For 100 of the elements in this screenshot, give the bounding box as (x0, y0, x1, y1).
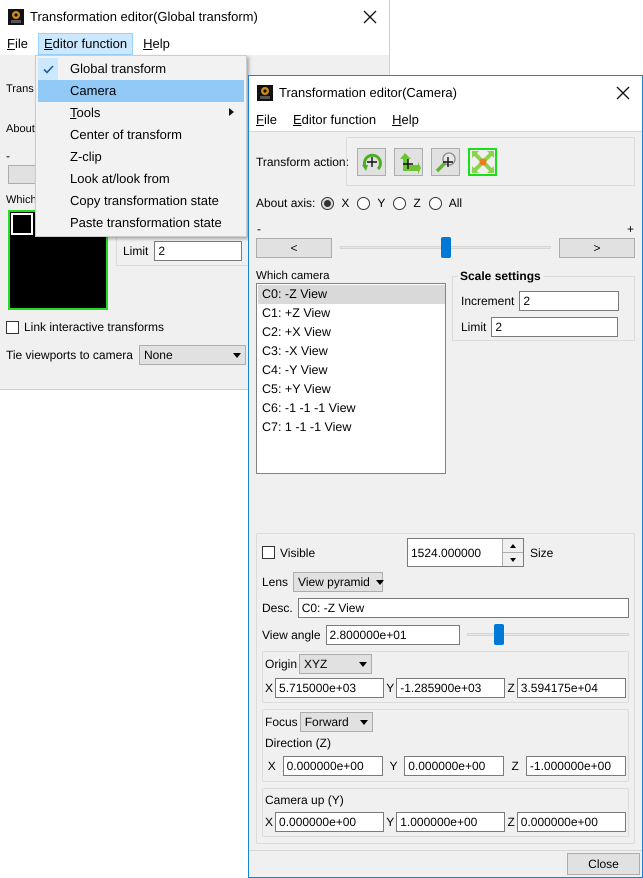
desc-label: Desc. (262, 600, 293, 617)
about-axis-label: About (6, 122, 35, 137)
limit-label: Limit (461, 319, 486, 336)
axis-label: Y (388, 758, 398, 775)
close-icon[interactable] (363, 10, 377, 24)
window-title: Transformation editor(Camera) (279, 84, 458, 102)
menu-bar-item[interactable]: File (250, 109, 283, 131)
menu-item[interactable]: Camera (38, 80, 244, 102)
radio-label[interactable]: X (341, 194, 350, 212)
view-angle-label: View angle (262, 626, 320, 644)
minus-label: - (257, 221, 261, 236)
menu-item[interactable]: Global transform (38, 58, 244, 80)
camera-list-item[interactable]: C1: +Z View (258, 304, 445, 323)
axis-label: X (266, 758, 277, 775)
radio-button[interactable] (428, 196, 442, 210)
radio-button[interactable] (321, 196, 334, 210)
coordinate-field[interactable]: 0.000000e+00 (275, 812, 384, 832)
window-title: Transformation editor(Global transform) (30, 8, 259, 26)
text-field[interactable]: 2.800000e+01 (326, 624, 460, 644)
radio-button[interactable] (357, 196, 370, 210)
slider-track[interactable] (466, 624, 629, 645)
camera-list-item[interactable]: C0: -Z View (258, 285, 445, 304)
menu-bar-item[interactable]: File (1, 33, 34, 55)
dropdown[interactable]: XYZ (299, 654, 372, 674)
checkbox[interactable]: Link interactive transforms (6, 318, 164, 336)
focus-label: Focus (265, 714, 298, 731)
tool-button[interactable] (431, 148, 460, 176)
menu-item[interactable]: Center of transform (38, 124, 244, 146)
text-field[interactable]: 2 (519, 291, 620, 311)
slider-thumb[interactable] (440, 237, 450, 258)
menu-bar-item[interactable]: Editor function (286, 109, 382, 131)
camera-thumbnail (11, 213, 33, 235)
dropdown[interactable]: Forward (300, 712, 373, 732)
dropdown[interactable]: None (138, 345, 246, 365)
app-logo-icon (257, 84, 273, 100)
origin-label: Origin (265, 656, 298, 673)
increment-label: Increment (461, 293, 514, 310)
submenu-arrow-icon (229, 108, 234, 116)
tie-viewports-label: Tie viewports to camera (6, 347, 133, 364)
checkmark-icon (42, 64, 54, 74)
plus-label: + (626, 221, 634, 236)
scale-arrows-icon (470, 150, 494, 174)
camera-list-item[interactable]: C3: -X View (258, 342, 445, 361)
camera-list-item[interactable]: C6: -1 -1 -1 View (258, 399, 445, 418)
app-logo-icon (8, 8, 24, 24)
tool-button[interactable] (394, 148, 423, 176)
lens-label: Lens (262, 574, 288, 591)
about-axis-label: About axis: (256, 195, 316, 212)
radio-label[interactable]: All (448, 194, 462, 212)
camera-list-item[interactable]: C5: +Y View (258, 380, 445, 399)
camera-list-item[interactable]: C7: 1 -1 -1 View (258, 418, 445, 437)
menu-item[interactable]: Tools (38, 102, 244, 124)
axis-label: Y (386, 814, 394, 831)
close-button[interactable]: Close (567, 853, 640, 875)
menu-item[interactable]: Look at/look from (38, 168, 244, 190)
step-left-button[interactable]: < (256, 238, 332, 258)
menu-item[interactable]: Copy transformation state (38, 190, 244, 212)
camera-list-item[interactable]: C2: +X View (258, 323, 445, 342)
radio-label[interactable]: Y (377, 194, 386, 212)
size-label: Size (530, 544, 554, 562)
axis-label: Z (510, 758, 520, 775)
slider-minus-label: - (6, 148, 10, 163)
checkbox[interactable]: Visible (262, 544, 316, 562)
coordinate-field[interactable]: 1.000000e+00 (396, 812, 506, 832)
dropdown[interactable]: View pyramid (293, 572, 384, 592)
menu-bar-item[interactable]: Help (386, 109, 425, 131)
menu-item[interactable]: Paste transformation state (38, 212, 244, 234)
magnifier-plus-icon (434, 150, 458, 174)
axis-label: X (265, 680, 274, 697)
transform-action-label: Transform action: (256, 154, 346, 170)
direction-label: Direction (Z) (265, 735, 332, 752)
coordinate-field[interactable]: 0.000000e+00 (404, 756, 504, 776)
text-field[interactable]: 2 (491, 317, 618, 337)
group-title: Scale settings (458, 269, 543, 283)
menu-item[interactable]: Z-clip (38, 146, 244, 168)
slider-track[interactable] (340, 237, 551, 258)
coordinate-field[interactable]: 0.000000e+00 (282, 756, 383, 776)
axis-label: Z (507, 814, 515, 831)
slider-thumb[interactable] (494, 624, 504, 645)
axis-label: Y (386, 680, 394, 697)
menu-bar-item[interactable]: Editor function (38, 33, 134, 55)
size-spinbox[interactable]: 1524.000000 (407, 538, 524, 567)
text-field[interactable]: C0: -Z View (298, 598, 629, 618)
coordinate-field[interactable]: -1.285900e+03 (396, 678, 506, 698)
text-field[interactable]: 2 (154, 241, 242, 261)
axis-label: X (265, 814, 274, 831)
which-camera-label: Which camera (256, 270, 330, 283)
tool-button[interactable] (357, 148, 386, 176)
menu-bar-item[interactable]: Help (137, 33, 176, 55)
camera-list-item[interactable]: C4: -Y View (258, 361, 445, 380)
step-right-button[interactable]: > (559, 238, 635, 258)
coordinate-field[interactable]: -1.000000e+00 (526, 756, 626, 776)
close-icon[interactable] (616, 86, 630, 100)
coordinate-field[interactable]: 3.594175e+04 (516, 678, 626, 698)
limit-label: Limit (123, 243, 148, 260)
radio-button[interactable] (393, 196, 406, 210)
axis-label: Z (507, 680, 515, 697)
coordinate-field[interactable]: 0.000000e+00 (516, 812, 626, 832)
radio-label[interactable]: Z (413, 194, 421, 212)
coordinate-field[interactable]: 5.715000e+03 (275, 678, 384, 698)
